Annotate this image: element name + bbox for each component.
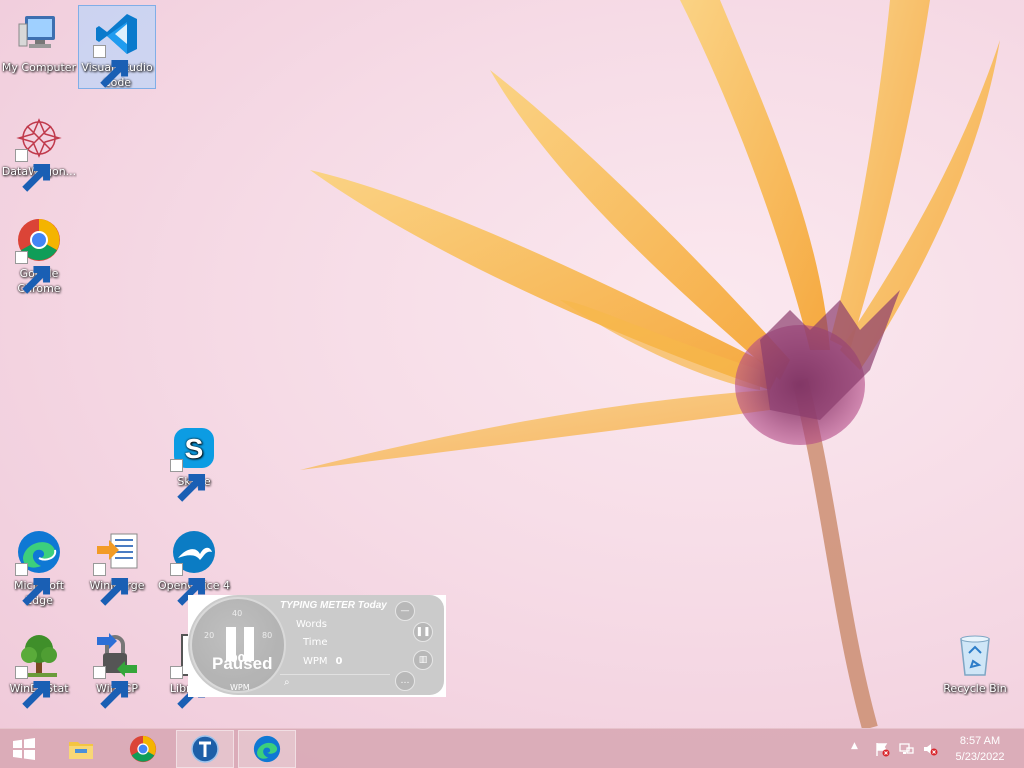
typing-meter-widget[interactable]: 20 40 80 00 Paused WPM TYPING METER Toda… — [188, 595, 446, 697]
wpm-label: WPM — [303, 656, 328, 667]
more-button[interactable]: … — [395, 671, 415, 691]
volume-muted-icon[interactable] — [922, 741, 938, 757]
action-center-flag-icon[interactable] — [874, 741, 890, 757]
desktop-icon-winscp[interactable]: WinSCP — [78, 627, 156, 711]
desktop-icon-label: Recycle Bin — [943, 682, 1007, 695]
clock-date: 5/23/2022 — [955, 751, 1005, 763]
typing-meter-icon — [191, 735, 219, 763]
taskbar: ▲ 8:57 AM 5/23/2022 — [0, 728, 1024, 768]
dial-unit: WPM — [230, 683, 250, 692]
wpm-value: 0 — [335, 656, 343, 667]
desktop-icon-skype[interactable]: S Skype — [155, 420, 233, 504]
desktop-icon-vscode[interactable]: Visual Studio Code — [78, 5, 156, 89]
shortcut-arrow-icon — [15, 563, 51, 606]
statistics-button[interactable]: ▥ — [413, 650, 433, 670]
taskbar-file-explorer[interactable] — [52, 730, 110, 768]
desktop-icon-my-computer[interactable]: My Computer — [0, 6, 78, 90]
computer-icon — [18, 16, 55, 48]
shortcut-arrow-icon — [15, 251, 51, 294]
shortcut-arrow-icon — [93, 666, 129, 709]
shortcut-arrow-icon — [170, 563, 206, 606]
dial-tick: 20 — [204, 631, 215, 640]
edge-icon — [253, 735, 281, 763]
shortcut-arrow-icon — [170, 666, 206, 709]
network-icon[interactable] — [898, 741, 914, 757]
desktop-icon-windirstat[interactable]: WinDirStat — [0, 627, 78, 711]
taskbar-typing-meter[interactable] — [176, 730, 234, 768]
wpm-dial: 20 40 80 00 Paused WPM — [190, 597, 286, 693]
recycle-bin-icon — [960, 635, 990, 676]
dial-tick: 80 — [262, 631, 273, 640]
chrome-icon — [129, 735, 157, 763]
start-icon — [13, 738, 35, 760]
pause-button[interactable]: ❚❚ — [413, 622, 433, 642]
desktop-icon-datawagon[interactable]: DataWagon... — [0, 110, 78, 194]
desktop-icon-winmerge[interactable]: WinMerge — [78, 524, 156, 608]
time-label: Time — [303, 637, 328, 648]
desktop-icon-label: My Computer — [1, 61, 77, 74]
minimize-button[interactable]: — — [395, 601, 415, 621]
file-explorer-icon — [69, 742, 93, 759]
start-button[interactable] — [0, 730, 48, 768]
shortcut-arrow-icon — [170, 459, 206, 502]
words-label: Words — [296, 619, 327, 630]
desktop-icon-google-chrome[interactable]: Google Chrome — [0, 212, 78, 296]
desktop-icon-recycle-bin[interactable]: Recycle Bin — [936, 627, 1014, 711]
search-icon[interactable]: ⌕ — [284, 677, 290, 688]
shortcut-arrow-icon — [15, 666, 51, 709]
dial-tick: 40 — [232, 609, 243, 618]
clock-time: 8:57 AM — [959, 735, 1001, 747]
shortcut-arrow-icon — [93, 45, 129, 88]
wpm-row: WPM 0 — [303, 656, 343, 667]
wallpaper-flower — [300, 0, 1000, 728]
show-hidden-icons-button[interactable]: ▲ — [851, 741, 858, 751]
paused-status: Paused — [212, 654, 273, 673]
taskbar-clock[interactable]: 8:57 AM 5/23/2022 — [944, 733, 1016, 765]
taskbar-chrome[interactable] — [114, 730, 172, 768]
shortcut-arrow-icon — [93, 563, 129, 606]
shortcut-arrow-icon — [15, 149, 51, 192]
desktop-icon-microsoft-edge[interactable]: Microsoft Edge — [0, 524, 78, 608]
typing-meter-panel: 20 40 80 00 Paused WPM TYPING METER Toda… — [188, 595, 444, 695]
divider — [280, 674, 390, 675]
taskbar-edge[interactable] — [238, 730, 296, 768]
typing-meter-title: TYPING METER Today — [280, 600, 387, 611]
